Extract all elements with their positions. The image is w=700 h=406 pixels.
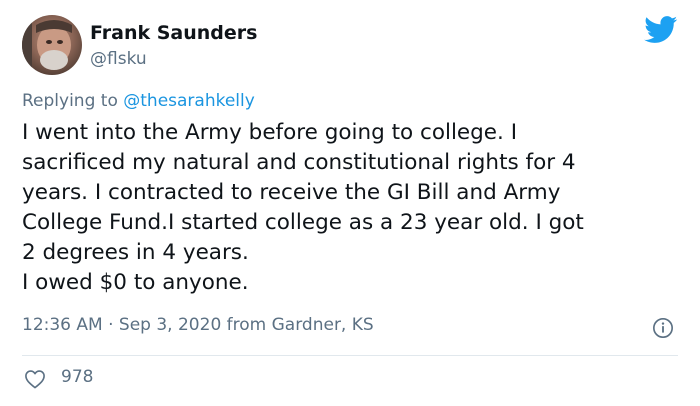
divider: [22, 355, 678, 356]
like-count[interactable]: 978: [61, 367, 93, 387]
tweet-text-line: years. I contracted to receive the GI Bi…: [22, 180, 561, 205]
tweet-text-line: I went into the Army before going to col…: [22, 120, 518, 145]
tweet-source: from Gardner, KS: [226, 315, 374, 335]
tweet-date[interactable]: Sep 3, 2020: [119, 315, 221, 335]
tweet-meta: 12:36 AM · Sep 3, 2020 from Gardner, KS: [22, 315, 374, 335]
tweet-time[interactable]: 12:36 AM: [22, 315, 103, 335]
author-name[interactable]: Frank Saunders: [90, 22, 257, 44]
reply-prefix: Replying to: [22, 91, 118, 111]
twitter-bird-icon[interactable]: [644, 16, 678, 44]
info-icon[interactable]: [652, 317, 674, 339]
reply-context: Replying to @thesarahkelly: [22, 91, 255, 111]
avatar-photo: [22, 15, 72, 75]
tweet-text: I went into the Army before going to col…: [22, 118, 682, 298]
meta-separator: ·: [108, 315, 114, 335]
tweet-card: Frank Saunders @flsku Replying to @thesa…: [0, 0, 700, 406]
avatar[interactable]: [22, 15, 82, 75]
tweet-text-line: 2 degrees in 4 years.: [22, 240, 249, 265]
tweet-text-line: College Fund.I started college as a 23 y…: [22, 210, 584, 235]
tweet-text-line: I owed $0 to anyone.: [22, 270, 249, 295]
author-handle[interactable]: @flsku: [90, 49, 147, 69]
tweet-text-line: sacrificed my natural and constitutional…: [22, 150, 576, 175]
heart-icon[interactable]: [24, 369, 46, 389]
reply-mention-link[interactable]: @thesarahkelly: [123, 91, 255, 111]
